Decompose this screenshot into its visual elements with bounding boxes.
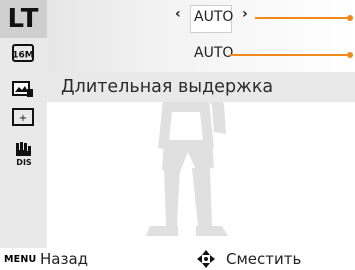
setting-one-right-arrow[interactable]: › xyxy=(242,6,248,22)
setting-one-left-arrow[interactable]: ‹ xyxy=(175,6,181,22)
settings-sidebar: LT 16M + DIS xyxy=(0,0,47,248)
setting-two-value: AUTO xyxy=(194,45,234,61)
setting-two-slider-line xyxy=(230,52,353,58)
setting-one-slider-line xyxy=(255,15,353,21)
mode-title: Длительная выдержка xyxy=(61,77,274,97)
back-button[interactable]: Назад xyxy=(40,250,88,268)
image-stabilizer-icon[interactable]: DIS xyxy=(12,140,34,166)
svg-text:+: + xyxy=(19,113,27,124)
svg-text:DIS: DIS xyxy=(16,158,32,166)
move-dpad-icon xyxy=(197,250,215,268)
setting-one-value: AUTO xyxy=(194,9,234,25)
menu-key-icon: MENU xyxy=(4,254,37,265)
bottom-bar: MENU Назад Сместить xyxy=(0,248,355,270)
svg-text:16M: 16M xyxy=(12,51,34,61)
mode-title-bar: Длительная выдержка xyxy=(47,72,355,102)
resolution-16m-icon[interactable]: 16M xyxy=(12,44,34,62)
move-button[interactable]: Сместить xyxy=(226,250,301,268)
exposure-icon[interactable]: + xyxy=(12,108,34,126)
quality-icon[interactable] xyxy=(12,80,34,98)
camera-screen: LT 16M + DIS ‹ AUTO › AUTO Длительная вы… xyxy=(0,0,355,270)
shooting-mode-badge: LT xyxy=(0,0,47,38)
